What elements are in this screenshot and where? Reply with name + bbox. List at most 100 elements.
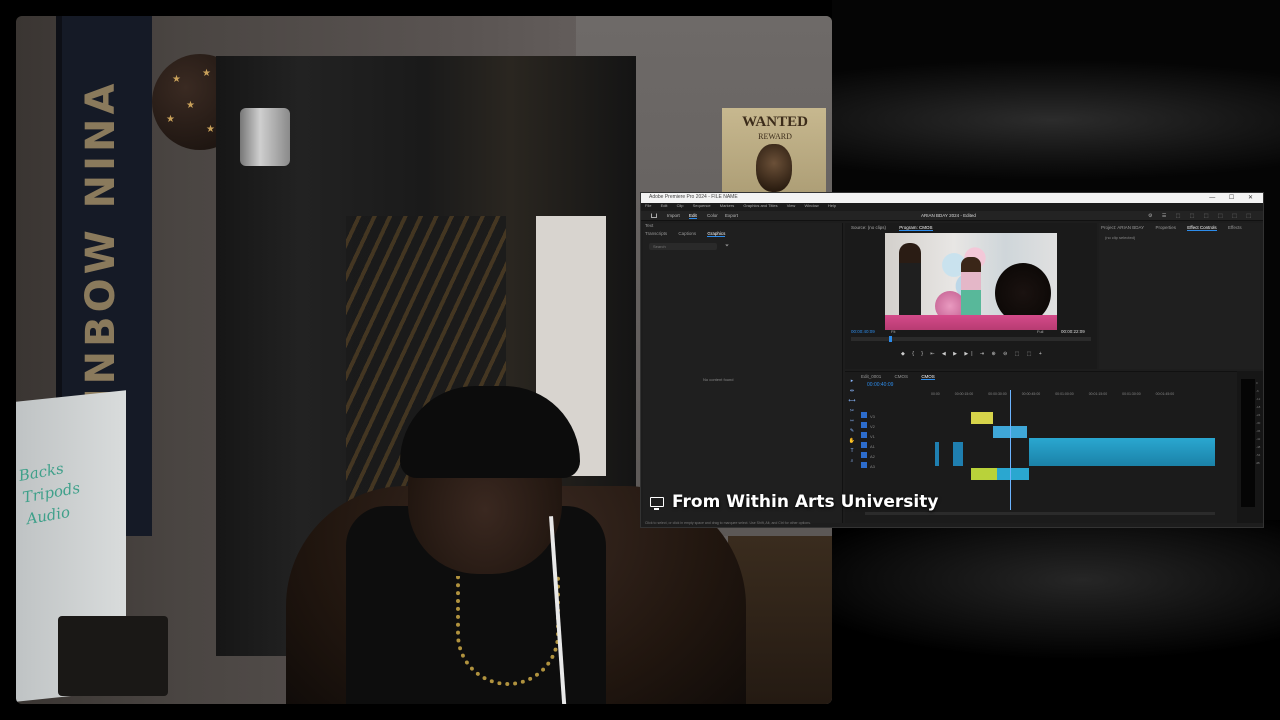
track-header[interactable]: A2 [861, 452, 925, 462]
tab-graphics[interactable]: Graphics [707, 231, 726, 237]
workspace-edit[interactable]: Edit [689, 213, 697, 219]
timeline-clip[interactable] [953, 442, 963, 466]
resolution-select[interactable]: Full [1037, 329, 1043, 334]
timeline-playhead[interactable] [1010, 390, 1011, 510]
track-header[interactable]: V3 [861, 412, 925, 422]
menu-file[interactable]: File [645, 203, 651, 208]
monitor-playhead[interactable] [889, 336, 892, 342]
timeline-clip[interactable] [1029, 438, 1215, 466]
menu-bar: File Edit Clip Sequence Markers Graphics… [641, 203, 1263, 211]
effect-controls-panel: Project: ARIAN BDAY Properties Effect Co… [1099, 223, 1263, 369]
ruler-tick: 00:01:30:00 [1122, 392, 1141, 396]
workspace-export[interactable]: Export [725, 213, 738, 218]
track-label: V1 [870, 434, 875, 439]
child-standing [961, 257, 981, 317]
workspace-import[interactable]: Import [667, 213, 680, 218]
tab-source[interactable]: Source: (no clips) [851, 225, 886, 230]
track-header[interactable]: V1 [861, 432, 925, 442]
status-hint: Click to select, or click in empty space… [645, 521, 811, 525]
ruler-tick: 00:01:45:00 [1155, 392, 1175, 396]
foreground-head [995, 263, 1051, 323]
track-label: A3 [870, 464, 875, 469]
menu-graphics[interactable]: Graphics and Titles [743, 203, 777, 208]
menu-clip[interactable]: Clip [677, 203, 684, 208]
audio-clip[interactable] [971, 468, 1029, 480]
poster-title: WANTED [742, 114, 808, 130]
panel-header: Text [645, 223, 654, 228]
stream-caption: From Within Arts University [650, 490, 938, 514]
tab-properties[interactable]: Properties [1155, 225, 1176, 230]
audio-meters: 0 -6 -12 -18 -24 -30 -36 -42 -48 -54 dB [1237, 371, 1263, 523]
menu-view[interactable]: View [787, 203, 796, 208]
tab-transcripts[interactable]: Transcripts [645, 231, 667, 236]
right-panel-tabs: Project: ARIAN BDAY Properties Effect Co… [1101, 225, 1252, 231]
monitor-scrubber[interactable] [851, 337, 1091, 341]
window-controls[interactable]: — ☐ ✕ [1209, 194, 1259, 201]
program-monitor: Source: (no clips) Program: CMOS 00:00:4… [845, 223, 1097, 369]
track-label: A1 [870, 444, 875, 449]
track-target[interactable] [861, 432, 867, 438]
menu-sequence[interactable]: Sequence [693, 203, 711, 208]
empty-message: No content found [703, 377, 734, 382]
timeline-clip[interactable] [935, 442, 939, 466]
track-target[interactable] [861, 442, 867, 448]
track-label: A2 [870, 454, 875, 459]
home-icon[interactable] [651, 213, 657, 218]
zoom-select[interactable]: Fit [891, 329, 895, 334]
meter-tick: -48 [1256, 445, 1261, 449]
track-target[interactable] [861, 422, 867, 428]
star-icon: ★ [172, 74, 181, 85]
poster-portrait [756, 144, 792, 192]
graphics-search-input[interactable]: Search [649, 243, 717, 250]
program-timecode[interactable]: 00:00:40:09 [851, 329, 875, 334]
timeline-tabs: Edit_0001 CMOS CMOS [861, 374, 947, 380]
desk-box [58, 616, 168, 696]
star-icon: ★ [186, 100, 195, 111]
graphics-panel: Text Transcripts Captions Graphics Searc… [643, 223, 843, 523]
track-target[interactable] [861, 412, 867, 418]
track-header[interactable]: A3 [861, 462, 925, 472]
track-target[interactable] [861, 462, 867, 468]
pink-floor [885, 315, 1057, 330]
meter-tick: -30 [1256, 421, 1261, 425]
ruler-tick: 00:00:15:00 [954, 392, 974, 396]
gold-chain [456, 576, 560, 686]
meter-tick: dB [1256, 461, 1260, 465]
filter-icon[interactable]: ⏷ [725, 243, 729, 249]
workspace-bar: Import Edit Color Export ARIAN BDAY 2024… [641, 211, 1263, 221]
effect-controls-empty: (no clip selected) [1105, 235, 1136, 240]
left-panel-tabs: Transcripts Captions Graphics [645, 231, 735, 237]
program-video-frame[interactable] [885, 233, 1057, 330]
track-label: V2 [870, 424, 875, 429]
star-icon: ★ [166, 114, 175, 125]
menu-markers[interactable]: Markers [720, 203, 734, 208]
premiere-window: Adobe Premiere Pro 2024 - FILE NAME — ☐ … [640, 192, 1264, 528]
menu-window[interactable]: Window [804, 203, 818, 208]
background-fabric-fold [832, 520, 1280, 720]
track-target[interactable] [861, 452, 867, 458]
tools-panel[interactable]: ▸ ⇹ ⟷ ✂ ⇿ ✎ ✋ T ⌕ [847, 376, 857, 496]
menu-help[interactable]: Help [828, 203, 836, 208]
menu-edit[interactable]: Edit [661, 203, 668, 208]
ruler-tick: 00:00:45:00 [1021, 392, 1041, 396]
track-header[interactable]: V2 [861, 422, 925, 432]
meter-tick: -42 [1256, 437, 1261, 441]
toolbar-icons[interactable]: ⚙ ☰ ⬚ ⬚ ⬚ ⬚ ⬚ ⬚ [1148, 213, 1255, 219]
tab-program[interactable]: Program: CMOS [899, 225, 933, 231]
ruler-tick: 00:01:15:00 [1088, 392, 1108, 396]
track-header[interactable]: A1 [861, 442, 925, 452]
time-ruler[interactable]: 00:00 00:00:15:00 00:00:30:00 00:00:45:0… [931, 392, 1221, 398]
tab-project[interactable]: Project: ARIAN BDAY [1101, 225, 1144, 230]
tab-effects[interactable]: Effects [1228, 225, 1242, 230]
tab-sequence-cmos[interactable]: CMOS [895, 374, 909, 379]
timeline-timecode[interactable]: 00:00:40:09 [867, 382, 893, 388]
track-label: V3 [870, 414, 875, 419]
audio-meter-bar [1241, 379, 1255, 507]
workspace-color[interactable]: Color [707, 213, 718, 218]
transport-controls[interactable]: ◆ { } ⇤ ◀ ▶ ▶| ⇥ ⊕ ⊖ ⬚ ⬚ + [901, 351, 1045, 357]
tab-captions[interactable]: Captions [678, 231, 696, 236]
tab-effect-controls[interactable]: Effect Controls [1187, 225, 1217, 231]
tab-sequence-edit[interactable]: Edit_0001 [861, 374, 881, 379]
timeline-clip[interactable] [971, 412, 993, 424]
tab-sequence-cmos-active[interactable]: CMOS [921, 374, 935, 380]
